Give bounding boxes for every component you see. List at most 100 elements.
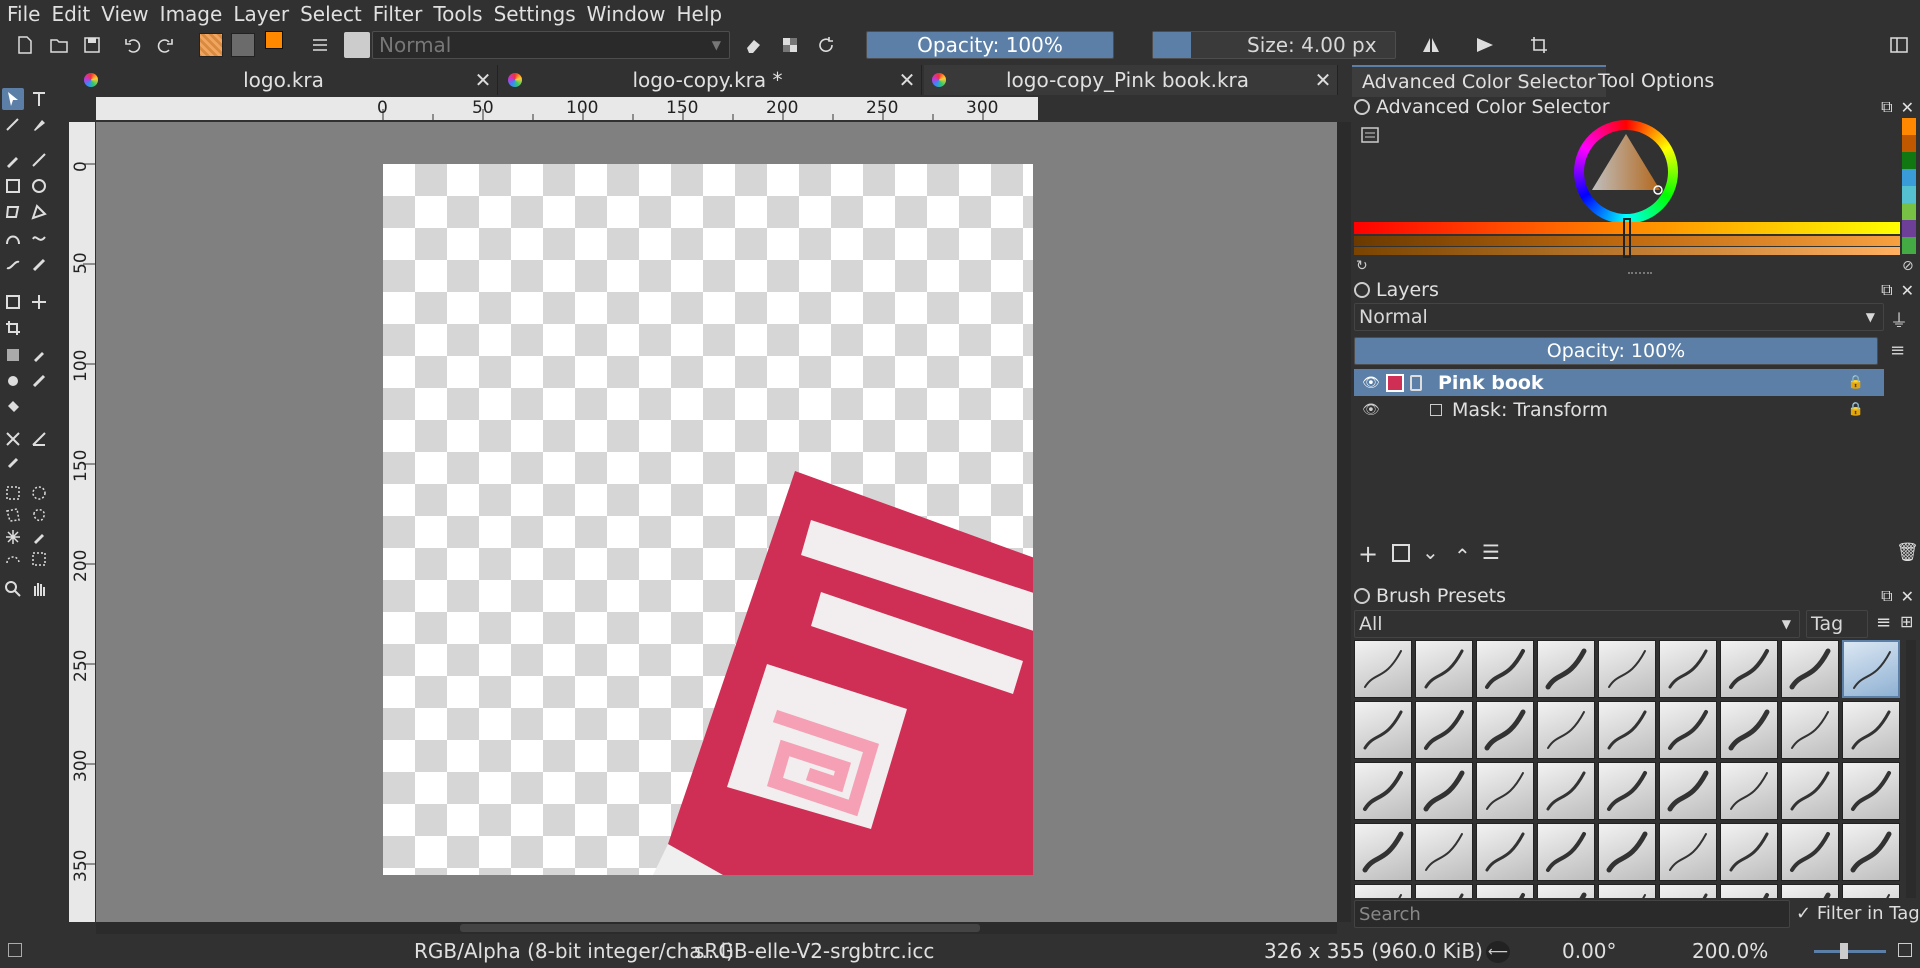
pan-tool-icon[interactable] <box>28 578 50 600</box>
blend-mode-dropdown[interactable]: Normal ▼ <box>372 31 730 59</box>
tab-advanced-color-selector[interactable]: Advanced Color Selector <box>1352 65 1606 97</box>
lock-layer-icon[interactable]: 🔒 <box>1848 402 1864 417</box>
dynamic-brush-tool-icon[interactable] <box>2 253 24 275</box>
tag-button[interactable]: Tag <box>1806 610 1868 638</box>
menu-help[interactable]: Help <box>672 2 726 26</box>
bezier-tool-icon[interactable] <box>2 227 24 249</box>
new-document-icon[interactable] <box>12 32 38 58</box>
calligraphy-tool-icon[interactable] <box>28 114 50 136</box>
crop-tool-icon[interactable] <box>2 317 24 339</box>
brush-preset-thumbnail[interactable] <box>1537 823 1595 881</box>
freehand-path-tool-icon[interactable] <box>28 227 50 249</box>
history-swatch[interactable] <box>1902 186 1916 203</box>
brush-preset-thumbnail[interactable] <box>1354 701 1412 759</box>
close-icon[interactable]: ✕ <box>893 68 921 92</box>
zoom-slider-handle[interactable] <box>1840 943 1848 959</box>
history-swatch[interactable] <box>1902 169 1916 186</box>
brush-preset-thumbnail[interactable] <box>1476 701 1534 759</box>
reference-images-tool-icon[interactable] <box>2 452 24 474</box>
brush-preset-thumbnail[interactable] <box>1415 884 1473 898</box>
transform-tool-icon[interactable] <box>2 291 24 313</box>
brush-preset-thumbnail[interactable] <box>1354 884 1412 898</box>
text-tool-icon[interactable] <box>28 88 50 110</box>
color-model-label[interactable]: RGB/Alpha (8-bit integer/cha...l) <box>414 939 734 963</box>
brush-preset-thumbnail[interactable] <box>1720 701 1778 759</box>
brush-preset-thumbnail[interactable] <box>1781 823 1839 881</box>
close-icon[interactable]: ✕ <box>1901 587 1914 606</box>
rotation-label[interactable]: 0.00° <box>1562 939 1617 963</box>
menu-filter[interactable]: Filter <box>369 2 427 26</box>
select-shapes-tool-icon[interactable] <box>2 88 24 110</box>
zoom-slider[interactable] <box>1814 950 1886 953</box>
brush-preset-thumbnail[interactable] <box>1781 640 1839 698</box>
horizontal-scrollbar[interactable] <box>96 922 1337 934</box>
close-icon[interactable]: ✕ <box>1901 98 1914 117</box>
freehand-selection-tool-icon[interactable] <box>28 504 50 526</box>
slider-handle[interactable] <box>1623 218 1631 258</box>
tab-logo[interactable]: logo.kra ✕ <box>76 65 498 95</box>
color-swatches[interactable] <box>265 31 295 59</box>
colorize-mask-tool-icon[interactable] <box>2 370 24 392</box>
close-icon[interactable]: ✕ <box>469 68 497 92</box>
tab-tool-options[interactable]: Tool Options <box>1588 65 1724 97</box>
brush-preset-thumbnail[interactable] <box>1415 640 1473 698</box>
menu-file[interactable]: File <box>3 2 44 26</box>
polygonal-selection-tool-icon[interactable] <box>2 504 24 526</box>
rectangular-selection-tool-icon[interactable] <box>2 482 24 504</box>
filter-icon[interactable]: ⏚ <box>1890 307 1912 332</box>
move-tool-icon[interactable] <box>28 291 50 313</box>
menu-layer[interactable]: Layer <box>229 2 293 26</box>
history-swatch[interactable] <box>1902 135 1916 152</box>
mirror-horizontal-icon[interactable] <box>1418 32 1444 58</box>
brush-preset-thumbnail[interactable] <box>1537 884 1595 898</box>
brush-preset-thumbnail[interactable] <box>1781 884 1839 898</box>
measure-tool-icon[interactable] <box>28 428 50 450</box>
fill-pattern-swatch[interactable] <box>199 33 223 57</box>
brush-preset-thumbnail[interactable] <box>1720 823 1778 881</box>
menu-edit[interactable]: Edit <box>47 2 94 26</box>
brush-preset-thumbnail[interactable] <box>1598 884 1656 898</box>
rotation-icon[interactable]: ⟵ <box>1486 941 1510 963</box>
brush-preset-thumbnail[interactable] <box>1659 884 1717 898</box>
brush-preset-thumbnail[interactable] <box>1720 884 1778 898</box>
brush-preset-thumbnail[interactable] <box>1842 884 1900 898</box>
brush-preset-thumbnail[interactable] <box>1598 640 1656 698</box>
add-layer-icon[interactable]: + <box>1358 540 1378 568</box>
brush-preset-thumbnail[interactable] <box>1781 762 1839 820</box>
lock-icon[interactable] <box>1354 99 1370 115</box>
clear-icon[interactable]: ⊘ <box>1902 258 1914 274</box>
menu-tools[interactable]: Tools <box>429 2 486 26</box>
lock-icon[interactable] <box>1354 588 1370 604</box>
zoom-tool-icon[interactable] <box>2 578 24 600</box>
save-icon[interactable] <box>79 32 105 58</box>
magnetic-selection-tool-icon[interactable] <box>28 548 50 570</box>
menu-image[interactable]: Image <box>156 2 227 26</box>
size-slider[interactable]: Size: 4.00 px <box>1152 31 1396 59</box>
float-icon[interactable]: ⧉ <box>1881 586 1892 606</box>
wraparound-icon[interactable] <box>1526 32 1552 58</box>
gradient-swatch[interactable] <box>231 33 255 57</box>
contiguous-selection-tool-icon[interactable] <box>2 526 24 548</box>
edit-shapes-tool-icon[interactable] <box>2 114 24 136</box>
polyline-tool-icon[interactable] <box>28 201 50 223</box>
brush-settings-icon[interactable]: ⊞ <box>1900 612 1913 631</box>
brush-preset-thumbnail[interactable] <box>1598 701 1656 759</box>
redo-icon[interactable] <box>152 32 178 58</box>
brush-preset-thumbnail[interactable] <box>1537 762 1595 820</box>
layer-opacity-slider[interactable]: Opacity: 100% <box>1354 337 1878 365</box>
document-canvas[interactable] <box>383 164 1033 875</box>
lock-layer-icon[interactable]: 🔒 <box>1848 375 1864 390</box>
zoom-label[interactable]: 200.0% <box>1692 939 1768 963</box>
close-icon[interactable]: ✕ <box>1901 281 1914 300</box>
expand-icon[interactable] <box>1410 374 1422 391</box>
brush-preset-thumbnail[interactable] <box>1476 762 1534 820</box>
hue-ring[interactable] <box>1574 120 1678 224</box>
menu-settings[interactable]: Settings <box>490 2 580 26</box>
brush-settings-icon[interactable] <box>307 32 333 58</box>
brush-grid-scrollbar[interactable] <box>1906 640 1916 898</box>
polygon-tool-icon[interactable] <box>2 201 24 223</box>
tab-logo-copy-pink-book[interactable]: logo-copy_Pink book.kra ✕ <box>924 65 1338 95</box>
ellipse-tool-icon[interactable] <box>28 175 50 197</box>
smart-patch-tool-icon[interactable] <box>28 370 50 392</box>
preserve-alpha-icon[interactable] <box>777 32 803 58</box>
